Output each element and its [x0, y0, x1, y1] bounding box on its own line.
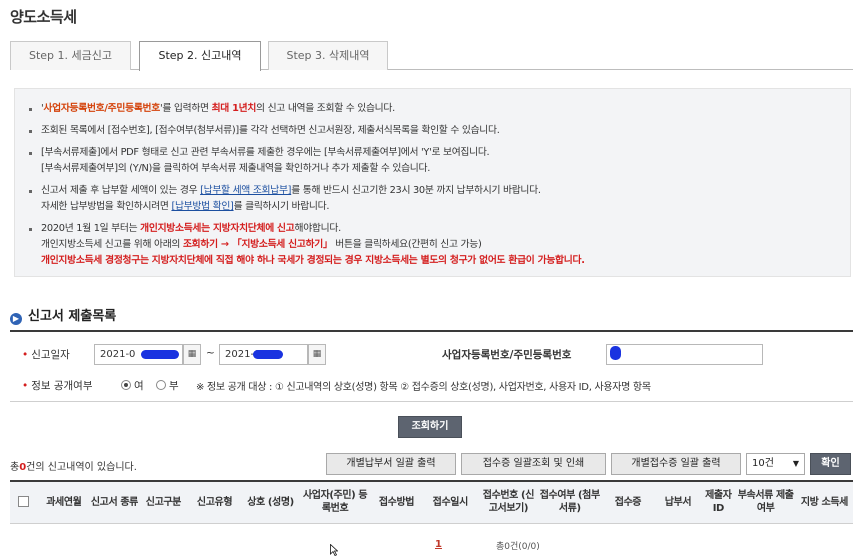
notice-item: 조회된 목록에서 [접수번호], [접수여부(첨부서류)]를 각각 선택하면 신…: [29, 123, 850, 139]
radio-public-no[interactable]: 부: [156, 378, 179, 393]
notice-item: 신고서 제출 후 납부할 세액이 있는 경우 [납부할 세액 조회납부]를 통해…: [29, 183, 850, 199]
page-size-select[interactable]: 10건 ▼: [746, 453, 805, 475]
column-header: 신고구분: [139, 480, 188, 524]
notice-highlight: 사업자등록번호/주민등록번호: [43, 103, 160, 114]
result-table: 과세연월 신고서 종류 신고구분 신고유형 상호 (성명) 사업자(주민) 등록…: [10, 480, 853, 524]
column-header: 접수여부 (첨부서류): [538, 480, 601, 524]
public-note: ※ 정보 공개 대상 : ① 신고내역의 상호(성명) 항목 ② 접수증의 상호…: [196, 382, 651, 393]
result-count: 총0건의 신고내역이 있습니다.: [10, 462, 137, 473]
chevron-down-icon: ▼: [792, 459, 799, 468]
mouse-cursor-icon: [330, 544, 338, 556]
column-header: 신고서 종류: [89, 480, 140, 524]
bullet-icon: [29, 152, 32, 155]
id-input[interactable]: [606, 344, 763, 365]
column-header: 접수번호 (신고서보기): [478, 480, 539, 524]
notice-highlight: 조회하기 → 「지방소득세 신고하기」: [182, 239, 333, 250]
search-button[interactable]: 조회하기: [398, 416, 462, 438]
column-header: 납부서: [654, 480, 702, 524]
tab-step1[interactable]: Step 1. 세금신고: [10, 41, 131, 70]
bullet-icon: [29, 130, 32, 133]
notice-item: '사업자등록번호/주민등록번호'를 입력하면 최대 1년치의 신고 내역을 조회…: [29, 101, 850, 117]
column-header: 지방 소득세: [795, 480, 853, 524]
pagination-page[interactable]: 1: [435, 539, 442, 550]
date-label: • 신고일자: [22, 349, 70, 361]
column-header: 사업자(주민) 등록번호: [299, 480, 371, 524]
column-header: 접수일시: [422, 480, 479, 524]
radio-public-yes[interactable]: 여: [121, 378, 144, 393]
pagination-info: 총0건(0/0): [496, 542, 540, 552]
bulk-receipt-print-button[interactable]: 접수증 일괄조회 및 인쇄: [461, 453, 606, 475]
select-all-checkbox[interactable]: [18, 496, 30, 508]
id-label: 사업자등록번호/주민등록번호: [442, 349, 572, 361]
notice-item: [부속서류제출]에서 PDF 형태로 신고 관련 부속서류를 제출한 경우에는 …: [29, 145, 850, 161]
radio-icon: [121, 380, 131, 390]
table-header-row: 과세연월 신고서 종류 신고구분 신고유형 상호 (성명) 사업자(주민) 등록…: [10, 480, 853, 524]
column-header: 접수방법: [370, 480, 423, 524]
public-label: • 정보 공개여부: [22, 380, 93, 392]
confirm-button[interactable]: 확인: [810, 453, 851, 475]
select-all-column: [10, 480, 38, 524]
notice-item-cont: 자세한 납부방법을 확인하시려면 [납부방법 확인]를 클릭하시기 바랍니다.: [41, 201, 330, 212]
redaction-mark: [141, 350, 179, 359]
notice-highlight: 개인지방소득세는 지방자치단체에 신고: [140, 223, 295, 234]
notice-warning: 개인지방소득세 경정청구는 지방자치단체에 직접 해야 하나 국세가 경정되는 …: [41, 255, 585, 266]
bulk-payment-print-button[interactable]: 개별납부서 일괄 출력: [326, 453, 456, 475]
bullet-icon: [29, 190, 32, 193]
bulk-individual-receipt-button[interactable]: 개별접수증 일괄 출력: [611, 453, 741, 475]
column-header: 신고유형: [187, 480, 242, 524]
tax-payment-link[interactable]: [납부할 세액 조회납부]: [200, 185, 291, 196]
bullet-icon: [29, 108, 32, 111]
notice-item: 2020년 1월 1일 부터는 개인지방소득세는 지방자치단체에 신고해야합니다…: [29, 221, 850, 237]
redaction-mark: [610, 346, 621, 360]
notice-box: '사업자등록번호/주민등록번호'를 입력하면 최대 1년치의 신고 내역을 조회…: [14, 88, 851, 277]
notice-item-cont: 개인지방소득세 신고를 위해 아래의 조회하기 → 「지방소득세 신고하기」 버…: [41, 239, 482, 250]
column-header: 상호 (성명): [241, 480, 300, 524]
date-separator: ~: [206, 347, 215, 359]
notice-highlight: 최대 1년치: [211, 103, 257, 114]
radio-icon: [156, 380, 166, 390]
column-header: 과세연월: [37, 480, 90, 524]
section-title: ▶ 신고서 제출목록: [10, 305, 116, 325]
calendar-icon[interactable]: ▦: [308, 344, 326, 365]
page-title: 양도소득세: [10, 8, 77, 26]
notice-item-cont: [부속서류제출여부]의 (Y/N)을 클릭하여 부속서류 제출내역을 확인하거나…: [41, 163, 431, 174]
column-header: 부속서류 제출여부: [735, 480, 796, 524]
tab-bar: Step 1. 세금신고 Step 2. 신고내역 Step 3. 삭제내역: [10, 41, 853, 71]
required-icon: •: [22, 349, 29, 361]
section-arrow-icon: ▶: [10, 313, 22, 325]
bullet-icon: [29, 228, 32, 231]
redaction-mark: [253, 350, 283, 359]
tab-step3[interactable]: Step 3. 삭제내역: [268, 41, 388, 70]
search-panel: • 신고일자 2021-0 ▦ ~ 2021-0 ▦ 사업자등록번호/주민등록번호…: [10, 330, 853, 402]
calendar-icon[interactable]: ▦: [183, 344, 201, 365]
column-header: 제출자 ID: [701, 480, 736, 524]
page-root: 양도소득세 Step 1. 세금신고 Step 2. 신고내역 Step 3. …: [0, 0, 863, 556]
payment-method-link[interactable]: [납부방법 확인]: [171, 201, 233, 212]
column-header: 접수증: [600, 480, 655, 524]
tab-step2[interactable]: Step 2. 신고내역: [139, 41, 261, 71]
required-icon: •: [22, 380, 29, 392]
